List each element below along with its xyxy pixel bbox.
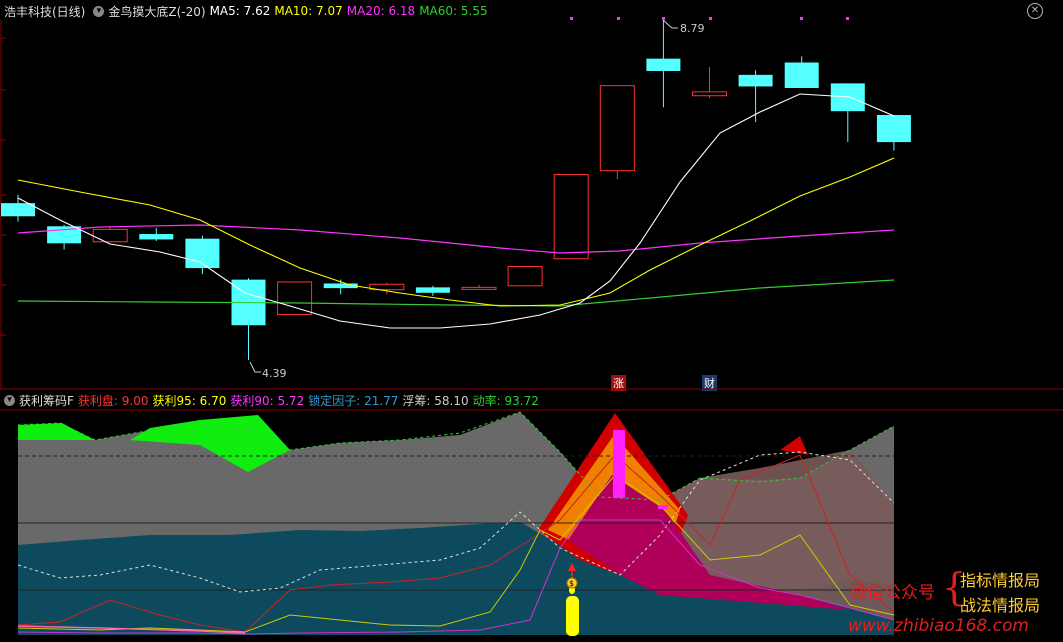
candle-body xyxy=(692,91,727,97)
candle-body xyxy=(92,228,128,243)
candle-body xyxy=(738,74,773,87)
p95-label: 获利95: 6.70 xyxy=(152,393,227,408)
coin-icon xyxy=(566,577,578,589)
sub-header: ▾ 获利筹码F 获利盘: 9.00 获利95: 6.70 获利90: 5.72 … xyxy=(0,389,1063,411)
ma60-label: MA60: 5.55 xyxy=(419,4,488,18)
ma5-label: MA5: 7.62 xyxy=(209,4,271,18)
stock-title[interactable]: 浩丰科技(日线) xyxy=(4,3,85,20)
up-arrow-icon xyxy=(568,563,576,571)
sub-indicator-name[interactable]: 获利筹码F xyxy=(19,392,74,409)
candles xyxy=(1,20,911,360)
watermark-wechat: 微信公众号 xyxy=(850,583,935,603)
p90-line xyxy=(17,519,895,635)
candle-body xyxy=(1,203,35,217)
red-cone xyxy=(538,413,688,590)
ma10-line xyxy=(17,157,895,307)
magenta-cone xyxy=(568,475,850,610)
watermark-url: www.zhibiao168.com xyxy=(848,616,1029,636)
watermark-right2: 战法情报局 xyxy=(960,596,1041,615)
green-area-left xyxy=(18,423,95,440)
float-area xyxy=(18,412,894,635)
high-label: 8.79 xyxy=(680,22,705,35)
main-indicator-name[interactable]: 金鸟摸大底Z(-20) xyxy=(108,3,205,20)
main-header: 浩丰科技(日线) ▾ 金鸟摸大底Z(-20) MA5: 7.62 MA10: 7… xyxy=(0,0,1063,22)
ma5-line xyxy=(17,93,895,329)
ma60-line xyxy=(17,279,895,307)
chevron-down-icon[interactable]: ▾ xyxy=(4,394,15,406)
candle-body xyxy=(784,62,819,88)
yellow-signal-bar xyxy=(566,596,579,636)
candle-body xyxy=(599,85,635,172)
momentum-label: 动率: 93.72 xyxy=(472,393,539,408)
magenta-dot xyxy=(658,505,668,509)
p95-line xyxy=(17,474,895,633)
main-annotations: 8.79 4.39 xyxy=(249,17,849,380)
float-label: 浮筹: 58.10 xyxy=(402,393,469,408)
white-dashed-line xyxy=(17,451,895,593)
candle-body xyxy=(461,286,497,290)
profit-line xyxy=(17,454,895,633)
candle-body xyxy=(876,115,911,143)
close-icon[interactable]: ✕ xyxy=(1027,3,1043,19)
candle-body xyxy=(507,266,543,287)
magenta-bar xyxy=(613,430,625,498)
p90-label: 获利90: 5.72 xyxy=(230,393,305,408)
green-dashed-line xyxy=(17,411,895,501)
orange-cone xyxy=(548,435,680,570)
watermark-right1: 指标情报局 xyxy=(960,571,1041,590)
candlestick-chart[interactable]: 8.79 4.39 xyxy=(0,0,1063,389)
candle-body xyxy=(553,174,589,260)
pink-base-line xyxy=(17,625,246,634)
candle-body xyxy=(277,281,313,315)
profit-label: 获利盘: 9.00 xyxy=(77,393,149,408)
lock-label: 锁定因子: 21.77 xyxy=(308,393,399,408)
moving-averages xyxy=(17,93,895,329)
candle-body xyxy=(139,234,174,240)
red-spike-right xyxy=(780,436,808,455)
low-marker xyxy=(249,361,261,373)
locked-area xyxy=(18,522,894,635)
ma20-label: MA20: 6.18 xyxy=(346,4,416,18)
green-area-right xyxy=(130,415,290,472)
ma10-label: MA10: 7.07 xyxy=(274,4,343,18)
candle-body xyxy=(646,58,681,71)
coin-glyph: $ xyxy=(569,579,574,588)
yellow-drop xyxy=(569,586,575,594)
low-label: 4.39 xyxy=(262,367,287,380)
candle-body xyxy=(415,287,450,293)
chevron-down-icon[interactable]: ▾ xyxy=(93,5,105,17)
